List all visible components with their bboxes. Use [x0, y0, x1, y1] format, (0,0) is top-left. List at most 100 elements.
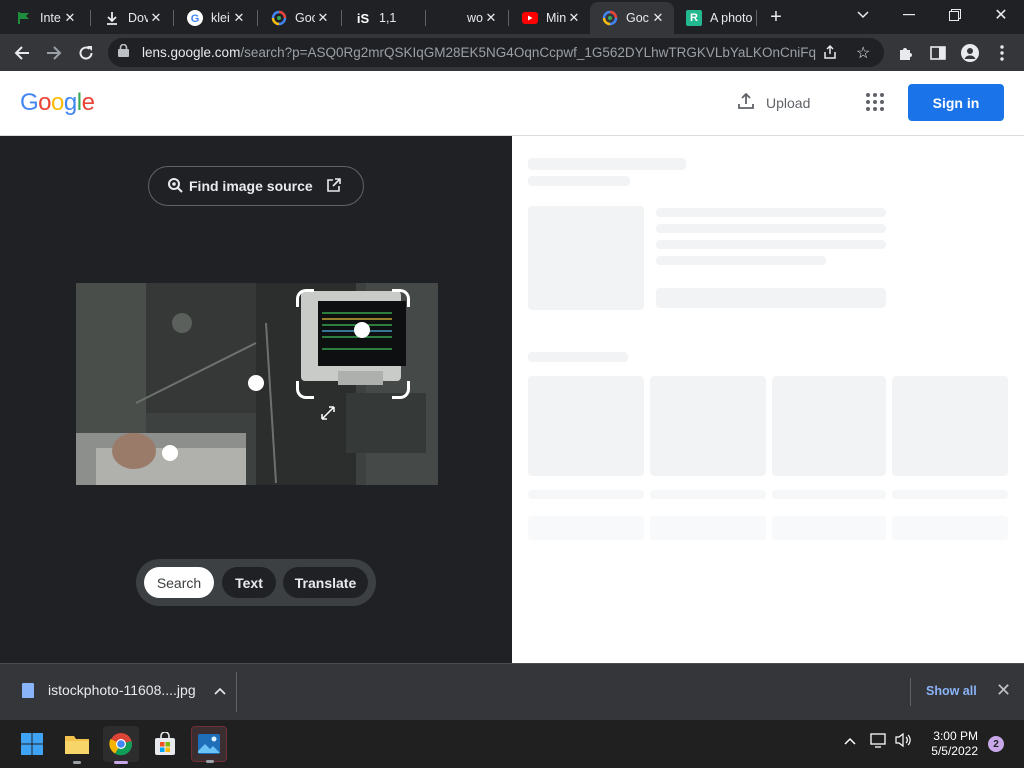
- system-clock[interactable]: 3:00 PM 5/5/2022: [922, 729, 978, 759]
- notification-badge[interactable]: 2: [988, 736, 1004, 752]
- star-icon[interactable]: ☆: [856, 43, 870, 63]
- lock-icon: [118, 43, 132, 62]
- find-image-source-button[interactable]: Find image source: [148, 166, 364, 206]
- close-icon[interactable]: ✕: [650, 10, 666, 26]
- skeleton-line: [656, 224, 886, 233]
- apps-grid-icon[interactable]: [866, 93, 886, 113]
- logo-letter: G: [20, 89, 39, 116]
- close-icon[interactable]: ✕: [148, 10, 164, 26]
- upload-label: Upload: [766, 94, 811, 111]
- profile-button[interactable]: [956, 39, 984, 67]
- crop-corner[interactable]: [296, 289, 314, 307]
- forward-button[interactable]: [40, 39, 68, 67]
- skeleton-line: [528, 176, 630, 186]
- photos-icon: [198, 734, 220, 754]
- store-icon: [155, 732, 175, 755]
- menu-button[interactable]: [988, 39, 1016, 67]
- download-item[interactable]: istockphoto-11608....jpg: [22, 682, 226, 698]
- detection-dot[interactable]: [354, 322, 370, 338]
- tab[interactable]: G klei ✕: [175, 4, 255, 32]
- tab[interactable]: Goc ✕: [259, 4, 339, 32]
- skeleton-button: [656, 288, 886, 308]
- query-image[interactable]: [76, 283, 438, 485]
- windows-icon: [21, 733, 43, 755]
- tab[interactable]: R A photo: [674, 4, 756, 32]
- show-all-button[interactable]: Show all: [926, 684, 977, 698]
- skeleton-thumbnail: [528, 206, 644, 310]
- mode-search-button[interactable]: Search: [144, 567, 214, 598]
- mode-text-button[interactable]: Text: [222, 567, 276, 598]
- logo-letter: g: [63, 89, 77, 116]
- istock-icon: iS: [356, 10, 370, 26]
- tab-title: Dov: [128, 11, 148, 25]
- close-icon[interactable]: ✕: [315, 10, 331, 26]
- extensions-button[interactable]: [892, 39, 920, 67]
- google-logo[interactable]: Google: [20, 89, 95, 117]
- r-icon: R: [686, 10, 702, 26]
- tab-separator: [508, 10, 509, 26]
- file-explorer-button[interactable]: [59, 726, 95, 764]
- skeleton-card: [650, 376, 766, 476]
- resize-icon[interactable]: [320, 405, 336, 426]
- svg-text:G: G: [191, 13, 200, 25]
- close-icon[interactable]: ✕: [996, 680, 1011, 701]
- back-button[interactable]: [8, 39, 36, 67]
- new-tab-button[interactable]: +: [756, 2, 796, 32]
- minimize-button[interactable]: [886, 0, 932, 30]
- close-icon[interactable]: ✕: [483, 10, 499, 26]
- tab[interactable]: Min ✕: [510, 4, 590, 32]
- external-link-icon: [326, 177, 343, 195]
- upload-button[interactable]: Upload: [738, 92, 811, 112]
- sign-in-button[interactable]: Sign in: [908, 84, 1004, 121]
- chevron-up-icon[interactable]: [214, 682, 226, 698]
- tab[interactable]: Inte ✕: [4, 4, 86, 32]
- tab-separator: [341, 10, 342, 26]
- reload-button[interactable]: [72, 39, 100, 67]
- taskbar: 3:00 PM 5/5/2022 2: [0, 720, 1024, 768]
- chrome-icon: [109, 733, 133, 756]
- close-icon[interactable]: ✕: [566, 10, 582, 26]
- close-icon[interactable]: ✕: [231, 10, 247, 26]
- windows-start-button[interactable]: [14, 726, 50, 762]
- results-panel: [512, 136, 1024, 664]
- chevron-up-icon[interactable]: [844, 732, 856, 748]
- chrome-button[interactable]: [103, 726, 139, 764]
- volume-icon[interactable]: [894, 732, 912, 751]
- tab-title: Min: [546, 11, 566, 25]
- crop-corner[interactable]: [392, 289, 410, 307]
- tab[interactable]: wor ✕: [427, 4, 507, 32]
- side-panel-button[interactable]: [924, 39, 952, 67]
- tab-title: A photo: [710, 11, 753, 25]
- kebab-icon: [1000, 45, 1004, 61]
- tab-active[interactable]: Goc ✕: [590, 2, 674, 34]
- network-icon[interactable]: [870, 732, 888, 751]
- logo-letter: o: [51, 89, 64, 116]
- detection-dot[interactable]: [162, 445, 178, 461]
- restore-button[interactable]: [932, 0, 978, 30]
- tab-strip: Inte ✕ Dov ✕ G klei ✕ Goc ✕ iS 1,1 wor ✕: [0, 0, 1024, 34]
- folder-icon: [65, 736, 89, 754]
- skeleton-line: [656, 240, 886, 249]
- skeleton-line: [656, 256, 826, 265]
- detection-dot[interactable]: [248, 375, 264, 391]
- chevron-down-icon[interactable]: [840, 0, 886, 30]
- close-icon[interactable]: ✕: [62, 10, 78, 26]
- tab[interactable]: iS 1,1: [343, 4, 423, 32]
- divider: [236, 672, 237, 712]
- mode-translate-button[interactable]: Translate: [283, 567, 368, 598]
- tab-title: Goc: [626, 11, 649, 25]
- address-bar[interactable]: lens.google.com/search?p=ASQ0Rg2mrQSKIqG…: [108, 38, 884, 67]
- upload-icon: [738, 92, 756, 112]
- close-window-button[interactable]: ✕: [978, 0, 1024, 30]
- share-icon[interactable]: [822, 44, 838, 65]
- skeleton-line: [772, 516, 886, 540]
- skeleton-line: [656, 208, 886, 217]
- find-source-label: Find image source: [189, 178, 313, 194]
- clock-date: 5/5/2022: [931, 744, 978, 758]
- tab-title: 1,1: [379, 11, 397, 25]
- tab[interactable]: Dov ✕: [92, 4, 172, 32]
- photos-button[interactable]: [191, 726, 227, 763]
- crop-corner[interactable]: [296, 381, 314, 399]
- lens-header: Google Upload Sign in: [0, 71, 1024, 136]
- store-button[interactable]: [147, 726, 183, 762]
